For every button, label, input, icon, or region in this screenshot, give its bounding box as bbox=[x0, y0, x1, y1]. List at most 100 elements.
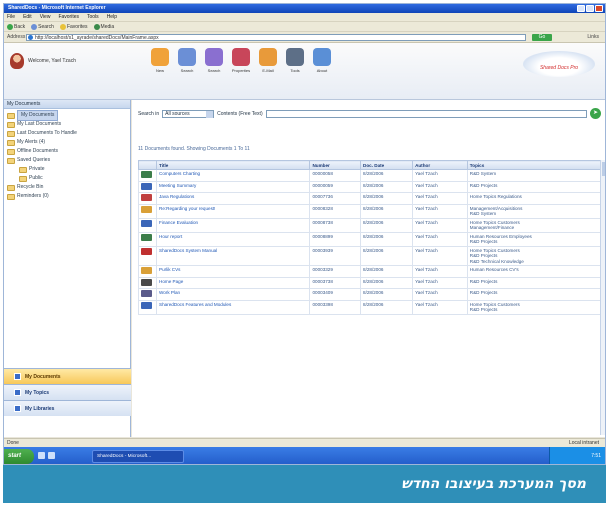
quick-launch-icon[interactable] bbox=[48, 452, 55, 459]
search-input[interactable] bbox=[265, 109, 587, 118]
taskbar-item[interactable]: SharedDocs - Microsoft... bbox=[92, 450, 184, 463]
cell-title[interactable]: Purlik CVs bbox=[155, 265, 311, 278]
tree-item[interactable]: Saved Queries bbox=[7, 156, 127, 165]
cell-title[interactable]: Home Page bbox=[155, 276, 311, 289]
ie-page-icon bbox=[28, 35, 33, 40]
tree-item[interactable]: Reminders (0) bbox=[7, 192, 127, 201]
start-button[interactable]: start bbox=[4, 449, 34, 464]
sidebar-nav-item[interactable]: My Libraries bbox=[4, 400, 131, 416]
table-row[interactable]: SharedDocs Features and Modules 00003398 8… bbox=[138, 299, 602, 315]
sidebar: My Documents My Documents My Last Documen… bbox=[4, 100, 131, 437]
cell-title[interactable]: Java Regulations bbox=[155, 192, 311, 205]
maximize-icon[interactable] bbox=[586, 5, 594, 12]
table-row[interactable]: Purlik CVs 00003329 8/28/2006 Yael Tzach Hum… bbox=[138, 265, 602, 278]
cell-author: Yael Tzach bbox=[412, 169, 468, 182]
cell-topics: R&D Projects bbox=[466, 180, 602, 193]
table-row[interactable]: Java Regulations 00007736 8/28/2006 Yael Tz… bbox=[138, 192, 602, 205]
table-row[interactable]: Work Plan 00003409 8/28/2006 Yael Tzach R&D … bbox=[138, 288, 602, 301]
minimize-icon[interactable] bbox=[577, 5, 585, 12]
tree-item-label: Recycle Bin bbox=[17, 184, 44, 190]
table-row[interactable]: Computers Charting 00000058 8/28/2006 Yael … bbox=[138, 169, 602, 182]
cell-icon bbox=[138, 203, 157, 219]
status-bar: Done Local intranet bbox=[4, 438, 605, 447]
cell-author: Yael Tzach bbox=[412, 265, 468, 278]
back-button[interactable]: Back bbox=[7, 22, 25, 31]
col-author[interactable]: Author bbox=[412, 160, 468, 170]
cell-title[interactable]: Work Plan bbox=[155, 288, 311, 301]
tree-item[interactable]: Public bbox=[7, 174, 127, 183]
tree-item[interactable]: My Documents bbox=[7, 110, 127, 121]
nav-icon bbox=[14, 405, 21, 412]
cell-title[interactable]: Finance Evaluation bbox=[155, 217, 311, 233]
close-icon[interactable] bbox=[595, 5, 603, 12]
toolbar-button-2[interactable]: Search bbox=[204, 48, 224, 73]
document-type-icon bbox=[141, 247, 152, 255]
media-button[interactable]: Media bbox=[93, 22, 114, 31]
media-icon bbox=[93, 23, 100, 30]
sidebar-nav-item[interactable]: My Documents bbox=[4, 368, 131, 384]
table-body: Computers Charting 00000058 8/28/2006 Yael … bbox=[138, 169, 602, 315]
menu-favorites[interactable]: Favorites bbox=[58, 13, 79, 21]
cell-title[interactable]: SharedDocs Features and Modules bbox=[155, 299, 311, 315]
table-row[interactable]: SharedDocs System Manual 00003939 8/28/200… bbox=[138, 245, 602, 266]
address-go-button[interactable]: Go bbox=[532, 34, 552, 41]
scrollbar[interactable] bbox=[600, 160, 605, 435]
cell-title[interactable]: Hour report bbox=[155, 231, 311, 247]
cell-title[interactable]: Computers Charting bbox=[155, 169, 311, 182]
toolbar-button-6[interactable]: About bbox=[312, 48, 332, 73]
toolbar-button-4[interactable]: E-Mail bbox=[258, 48, 278, 73]
col-date[interactable]: Doc. Date bbox=[360, 160, 414, 170]
nav-icon bbox=[14, 373, 21, 380]
nav-icon bbox=[14, 389, 21, 396]
menu-edit[interactable]: Edit bbox=[23, 13, 32, 21]
toolbar-button-3[interactable]: Properties bbox=[231, 48, 251, 73]
tree-item[interactable]: Offline Documents bbox=[7, 147, 127, 156]
cell-number: 00008738 bbox=[309, 217, 362, 233]
documents-table: Title Number Doc. Date Author Topics Com… bbox=[138, 160, 602, 315]
toolbar-button-label: Search bbox=[180, 68, 194, 73]
table-row[interactable]: Home Page 00003738 8/28/2006 Yael Tzach R&D … bbox=[138, 276, 602, 289]
folder-icon bbox=[19, 175, 27, 182]
caption-text: מסך המערכת בעיצובו החדש bbox=[401, 476, 586, 492]
menu-help[interactable]: Help bbox=[107, 13, 117, 21]
address-input[interactable]: http://localhost/s1_ayrade/sharedDocs/Ma… bbox=[26, 34, 526, 41]
cell-author: Yael Tzach bbox=[412, 203, 468, 219]
cell-title[interactable]: Meeting Summary bbox=[155, 180, 311, 193]
menu-view[interactable]: View bbox=[40, 13, 51, 21]
toolbar-button-5[interactable]: Tools bbox=[285, 48, 305, 73]
sidebar-title: My Documents bbox=[4, 100, 130, 109]
tree-item[interactable]: My Last Documents bbox=[7, 120, 127, 129]
tree-item[interactable]: Private bbox=[7, 165, 127, 174]
table-row[interactable]: Re:Regarding your request! 00008328 8/28/2… bbox=[138, 203, 602, 219]
tree-item[interactable]: Last Documents To Handle bbox=[7, 129, 127, 138]
table-row[interactable]: Meeting Summary 00000059 8/28/2006 Yael Tza… bbox=[138, 180, 602, 193]
star-icon bbox=[59, 23, 66, 30]
col-title[interactable]: Title bbox=[155, 160, 311, 170]
links-button[interactable]: Links bbox=[587, 34, 599, 40]
search-scope-select[interactable]: All sources bbox=[162, 109, 215, 118]
go-arrow-icon[interactable]: ➤ bbox=[590, 108, 601, 119]
cell-title[interactable]: Re:Regarding your request! bbox=[155, 203, 311, 219]
tree-item[interactable]: My Alerts (4) bbox=[7, 138, 127, 147]
menu-tools[interactable]: Tools bbox=[87, 13, 99, 21]
toolbar-button-1[interactable]: Search bbox=[177, 48, 197, 73]
scrollbar-thumb[interactable] bbox=[602, 162, 605, 176]
favorites-button[interactable]: Favorites bbox=[59, 22, 88, 31]
col-topics[interactable]: Topics bbox=[466, 160, 602, 170]
table-row[interactable]: Hour report 00008899 8/28/2006 Yael Tzach Hu… bbox=[138, 231, 602, 247]
cell-icon bbox=[138, 299, 157, 315]
sidebar-nav-item[interactable]: My Topics bbox=[4, 384, 131, 400]
cell-date: 8/28/2006 bbox=[360, 192, 414, 205]
col-number[interactable]: Number bbox=[309, 160, 362, 170]
new-document-icon bbox=[151, 48, 169, 66]
menu-file[interactable]: File bbox=[7, 13, 15, 21]
browser-search-button[interactable]: Search bbox=[31, 22, 54, 31]
quick-launch-icon[interactable] bbox=[38, 452, 45, 459]
caption-banner: מסך המערכת בעיצובו החדש bbox=[3, 465, 606, 503]
table-row[interactable]: Finance Evaluation 00008738 8/28/2006 Yael … bbox=[138, 217, 602, 233]
folder-icon bbox=[7, 148, 15, 155]
tree-item[interactable]: Recycle Bin bbox=[7, 183, 127, 192]
toolbar-button-0[interactable]: New bbox=[150, 48, 170, 73]
browser-window: SharedDocs - Microsoft Internet Explorer… bbox=[3, 3, 606, 465]
cell-title[interactable]: SharedDocs System Manual bbox=[155, 245, 311, 266]
